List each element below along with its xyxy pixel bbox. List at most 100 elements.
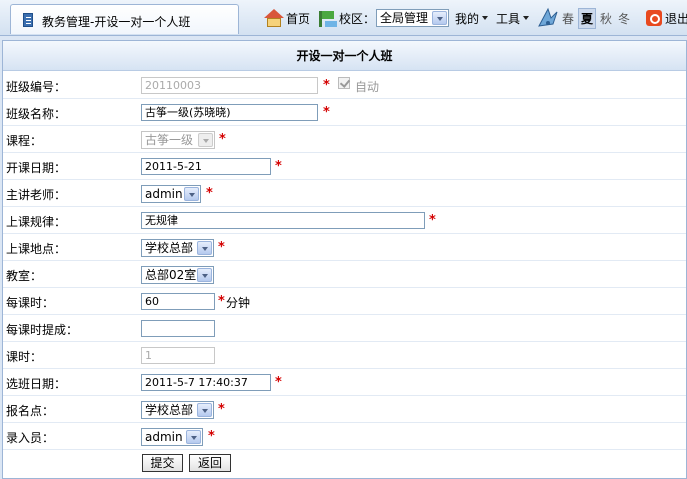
season-autumn-button[interactable]: 秋	[598, 9, 614, 28]
signup-site-select-value: 学校总部	[145, 403, 194, 417]
start-date-input[interactable]: 2011-5-21	[141, 158, 271, 175]
row-teacher: 主讲老师： admin *	[3, 180, 686, 207]
back-button[interactable]: 返回	[189, 454, 231, 472]
required-mark: *	[323, 78, 330, 93]
course-select[interactable]: 古筝一级	[141, 131, 215, 149]
power-icon	[646, 10, 662, 26]
caret-down-icon	[482, 16, 489, 20]
tools-menu[interactable]: 工具	[496, 0, 530, 36]
location-label: 上课地点：	[6, 242, 67, 256]
hours-per-class-input[interactable]: 60	[141, 293, 215, 310]
minutes-unit: 分钟	[226, 296, 251, 310]
row-location: 上课地点： 学校总部 *	[3, 234, 686, 261]
page-tab[interactable]: 教务管理-开设一对一个人班	[10, 4, 239, 34]
teacher-select-value: admin	[145, 187, 183, 201]
home-label: 首页	[286, 11, 311, 26]
class-name-input[interactable]: 古筝一级(苏晓晓)	[141, 104, 318, 121]
tools-menu-label: 工具	[496, 11, 521, 26]
row-course: 课程： 古筝一级 *	[3, 126, 686, 153]
mine-menu[interactable]: 我的	[455, 0, 489, 36]
required-mark: *	[323, 105, 330, 120]
campus-flag-icon	[317, 9, 337, 27]
select-date-input[interactable]: 2011-5-7 17:40:37	[141, 374, 271, 391]
form-panel: 开设一对一个人班 班级编号： 20110003 * 自动 班级名称： 古筝一级(…	[2, 40, 687, 479]
required-mark: *	[219, 132, 226, 147]
classroom-label: 教室：	[6, 269, 43, 283]
class-code-label: 班级编号：	[6, 80, 67, 94]
required-mark: *	[208, 429, 215, 444]
row-actions: 提交 返回	[3, 450, 686, 477]
home-button[interactable]: 首页	[264, 0, 310, 36]
lessons-input[interactable]: 1	[141, 347, 215, 364]
row-commission: 每课时提成：	[3, 315, 686, 342]
required-mark: *	[275, 375, 282, 390]
signup-site-label: 报名点：	[6, 404, 55, 418]
class-name-label: 班级名称：	[6, 107, 67, 121]
season-spring-button[interactable]: 春	[560, 9, 576, 28]
location-select-value: 学校总部	[145, 241, 194, 255]
exit-label: 退出	[665, 11, 687, 26]
required-mark: *	[218, 294, 225, 309]
row-classroom: 教室： 总部02室	[3, 261, 686, 288]
row-class-code: 班级编号： 20110003 * 自动	[3, 72, 686, 99]
row-class-name: 班级名称： 古筝一级(苏晓晓) *	[3, 99, 686, 126]
chevron-down-icon	[186, 430, 201, 444]
required-mark: *	[206, 186, 213, 201]
form-title: 开设一对一个人班	[3, 41, 686, 71]
exit-button[interactable]: 退出	[646, 0, 687, 36]
entered-by-select-value: admin	[145, 430, 183, 444]
submit-button[interactable]: 提交	[142, 454, 183, 472]
page-tab-title: 教务管理-开设一对一个人班	[42, 15, 191, 29]
select-date-label: 选班日期：	[6, 377, 67, 391]
campus-label: 校区：	[339, 11, 376, 26]
row-start-date: 开课日期： 2011-5-21 *	[3, 153, 686, 180]
season-winter-button[interactable]: 冬	[616, 9, 632, 28]
campus-control: 校区： 全局管理	[317, 0, 450, 36]
signup-site-select[interactable]: 学校总部	[141, 401, 214, 419]
commission-label: 每课时提成：	[6, 323, 79, 337]
row-entered-by: 录入员： admin *	[3, 423, 686, 450]
entered-by-label: 录入员：	[6, 431, 55, 445]
commission-input[interactable]	[141, 320, 215, 337]
chevron-down-icon	[432, 11, 448, 25]
class-code-input[interactable]: 20110003	[141, 77, 318, 94]
caret-down-icon	[523, 16, 530, 20]
schedule-label: 上课规律：	[6, 215, 67, 229]
hours-per-class-label: 每课时：	[6, 296, 55, 310]
teacher-select[interactable]: admin	[141, 185, 201, 203]
chevron-down-icon	[197, 268, 212, 282]
lessons-label: 课时：	[6, 350, 43, 364]
start-date-label: 开课日期：	[6, 161, 67, 175]
required-mark: *	[275, 159, 282, 174]
schedule-input[interactable]: 无规律	[141, 212, 425, 229]
mine-menu-label: 我的	[455, 11, 480, 26]
campus-select[interactable]: 全局管理	[376, 9, 450, 27]
required-mark: *	[218, 240, 225, 255]
chevron-down-icon	[198, 133, 213, 147]
season-switcher: 春 夏 秋 冬	[537, 0, 633, 36]
row-select-date: 选班日期： 2011-5-7 17:40:37 *	[3, 369, 686, 396]
row-signup-site: 报名点： 学校总部 *	[3, 396, 686, 423]
required-mark: *	[218, 402, 225, 417]
classroom-select[interactable]: 总部02室	[141, 266, 214, 284]
row-lessons: 课时： 1	[3, 342, 686, 369]
course-select-value: 古筝一级	[145, 133, 194, 147]
location-select[interactable]: 学校总部	[141, 239, 214, 257]
entered-by-select[interactable]: admin	[141, 428, 203, 446]
season-summer-button[interactable]: 夏	[578, 7, 597, 29]
row-schedule: 上课规律： 无规律 *	[3, 207, 686, 234]
classroom-select-value: 总部02室	[145, 268, 197, 282]
chevron-down-icon	[197, 241, 212, 255]
course-label: 课程：	[6, 134, 43, 148]
document-icon	[23, 13, 33, 27]
chevron-down-icon	[184, 187, 199, 201]
home-icon	[264, 9, 284, 27]
required-mark: *	[429, 213, 436, 228]
chevron-down-icon	[197, 403, 212, 417]
bird-icon	[537, 6, 559, 30]
teacher-label: 主讲老师：	[6, 188, 67, 202]
campus-select-value: 全局管理	[380, 11, 429, 25]
auto-checkbox[interactable]	[338, 77, 350, 89]
row-hours-per-class: 每课时： 60 * 分钟	[3, 288, 686, 315]
top-toolbar: 教务管理-开设一对一个人班 首页 校区： 全局管理 我的 工具 春 夏 秋 冬	[0, 0, 687, 36]
